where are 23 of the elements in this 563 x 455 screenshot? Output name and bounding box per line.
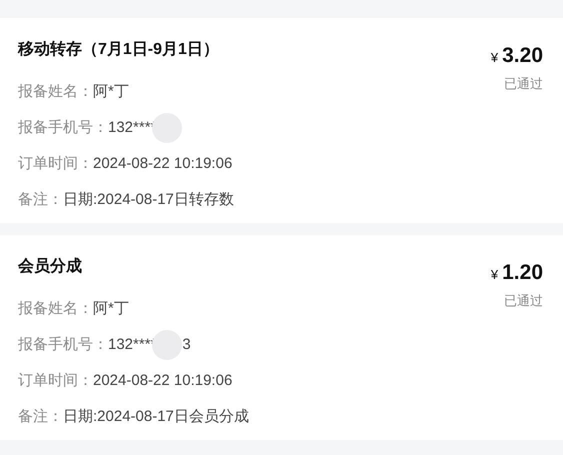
- field-value: 日期:2024-08-17日转存数: [63, 190, 234, 210]
- field-value: 2024-08-22 10:19:06: [93, 154, 232, 174]
- field-label: 报备姓名：: [18, 298, 93, 319]
- field-label: 订单时间：: [18, 154, 93, 174]
- status-text: 已通过: [504, 74, 543, 92]
- currency-symbol: ¥: [490, 266, 498, 284]
- field-value: 阿*丁: [93, 298, 129, 319]
- status-text: 已通过: [504, 292, 543, 310]
- record-title: 移动转存（7月1日-9月1日）: [18, 40, 220, 60]
- field-label: 备注：: [18, 406, 63, 427]
- field-label: 报备姓名：: [18, 82, 93, 102]
- field-label: 报备手机号：: [18, 334, 108, 355]
- currency-symbol: ¥: [490, 49, 498, 67]
- field-value: 阿*丁: [93, 82, 129, 102]
- field-label: 报备手机号：: [18, 118, 108, 138]
- field-value: 日期:2024-08-17日会员分成: [63, 406, 249, 427]
- amount: 3.20: [502, 43, 543, 69]
- field-label: 备注：: [18, 190, 63, 210]
- amount: 1.20: [502, 260, 543, 286]
- field-value: 3: [182, 334, 191, 355]
- record-title: 会员分成: [18, 257, 83, 277]
- field-value: 2024-08-22 10:19:06: [93, 370, 232, 391]
- field-label: 订单时间：: [18, 370, 93, 391]
